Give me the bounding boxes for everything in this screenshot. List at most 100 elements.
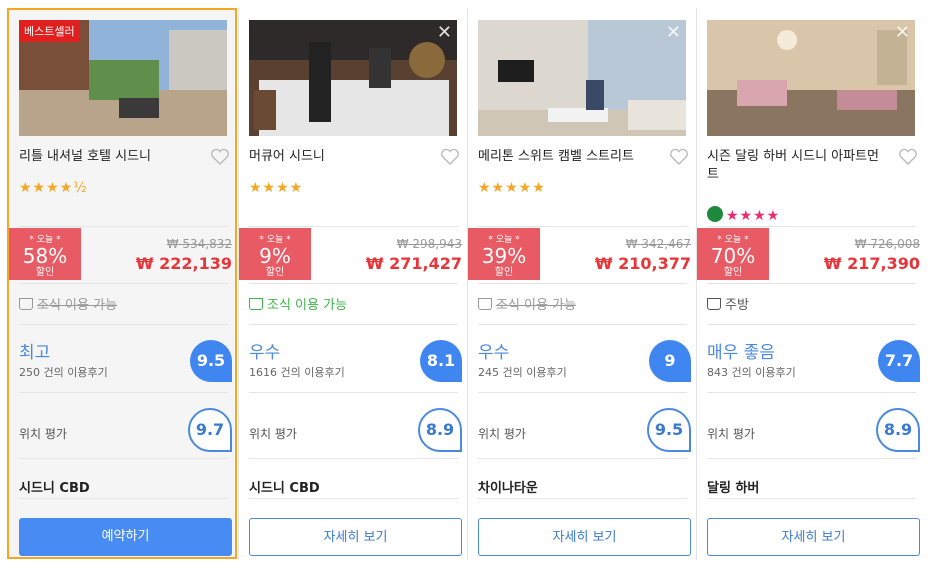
rating-word: 우수 bbox=[478, 343, 510, 363]
close-icon[interactable]: ✕ bbox=[666, 22, 681, 43]
coffee-cup-icon bbox=[249, 298, 263, 310]
discount-percent: 70% bbox=[710, 244, 756, 268]
hotel-photo[interactable] bbox=[707, 20, 915, 136]
hotel-name[interactable]: 머큐어 시드니 bbox=[249, 148, 429, 166]
divider bbox=[707, 458, 916, 459]
rating-word: 우수 bbox=[249, 343, 281, 363]
discount-label: 할인 bbox=[723, 267, 743, 278]
sale-price: ₩ 271,427 bbox=[365, 254, 462, 273]
area-name: 차이나타운 bbox=[478, 481, 538, 496]
close-icon[interactable]: ✕ bbox=[895, 22, 910, 43]
location-label: 위치 평가 bbox=[707, 427, 755, 441]
divider bbox=[249, 498, 458, 499]
divider bbox=[249, 226, 458, 227]
location-label: 위치 평가 bbox=[19, 427, 67, 441]
review-score: 8.1 bbox=[420, 340, 462, 382]
divider bbox=[707, 498, 916, 499]
review-score: 9.5 bbox=[190, 340, 232, 382]
location-score: 9.7 bbox=[188, 408, 232, 452]
divider bbox=[707, 226, 916, 227]
divider bbox=[249, 324, 458, 325]
divider bbox=[478, 283, 687, 284]
star-rating: ★★★★½ bbox=[19, 180, 88, 196]
sale-price: ₩ 217,390 bbox=[823, 254, 920, 273]
divider bbox=[478, 324, 687, 325]
details-button[interactable]: 자세히 보기 bbox=[478, 518, 691, 556]
hotel-name[interactable]: 시즌 달링 하버 시드니 아파트먼트 bbox=[707, 148, 887, 184]
discount-badge: * 오늘 * 58% 할인 bbox=[9, 228, 81, 280]
discount-badge: * 오늘 * 70% 할인 bbox=[697, 228, 769, 280]
area-name: 달링 하버 bbox=[707, 481, 760, 496]
location-score: 8.9 bbox=[418, 408, 462, 452]
review-score: 7.7 bbox=[878, 340, 920, 382]
discount-badge: * 오늘 * 9% 할인 bbox=[239, 228, 311, 280]
hotel-card-2: ✕ 머큐어 시드니 ★★★★ * 오늘 * 9% 할인 ₩ 298,943 ₩ … bbox=[239, 8, 468, 560]
divider bbox=[707, 283, 916, 284]
heart-icon[interactable] bbox=[669, 148, 689, 166]
review-count[interactable]: 843 건의 이용후기 bbox=[707, 364, 796, 380]
hotel-card-1: 베스트셀러 리틀 내셔널 호텔 시드니 ★★★★½ * 오늘 * 58% 할인 … bbox=[9, 8, 238, 560]
sale-price: ₩ 222,139 bbox=[135, 254, 232, 273]
heart-icon[interactable] bbox=[210, 148, 230, 166]
location-score: 9.5 bbox=[647, 408, 691, 452]
original-price: ₩ 726,008 bbox=[854, 237, 920, 251]
divider bbox=[478, 392, 687, 393]
hotel-name[interactable]: 리틀 내셔널 호텔 시드니 bbox=[19, 148, 199, 166]
kitchen-icon bbox=[707, 298, 721, 310]
rating-word: 매우 좋음 bbox=[707, 343, 775, 363]
coffee-cup-icon bbox=[478, 298, 492, 310]
divider bbox=[478, 458, 687, 459]
divider bbox=[19, 458, 228, 459]
hotel-name[interactable]: 메리톤 스위트 캠벨 스트리트 bbox=[478, 148, 658, 166]
divider bbox=[249, 392, 458, 393]
sale-price: ₩ 210,377 bbox=[594, 254, 691, 273]
discount-label: 할인 bbox=[265, 267, 285, 278]
hotel-photo[interactable] bbox=[249, 20, 457, 136]
heart-icon[interactable] bbox=[898, 148, 918, 166]
breakfast-amenity: 조식 이용 가능 bbox=[19, 294, 117, 313]
kitchen-amenity: 주방 bbox=[707, 294, 749, 313]
divider bbox=[249, 283, 458, 284]
divider bbox=[478, 226, 687, 227]
divider bbox=[19, 283, 228, 284]
details-button[interactable]: 자세히 보기 bbox=[249, 518, 462, 556]
review-count[interactable]: 1616 건의 이용후기 bbox=[249, 364, 345, 380]
discount-percent: 58% bbox=[22, 244, 68, 268]
discount-badge: * 오늘 * 39% 할인 bbox=[468, 228, 540, 280]
divider bbox=[19, 498, 228, 499]
coffee-cup-icon bbox=[19, 298, 33, 310]
book-button[interactable]: 예약하기 bbox=[19, 518, 232, 556]
discount-label: 할인 bbox=[494, 267, 514, 278]
review-score: 9 bbox=[649, 340, 691, 382]
star-rating: ★★★★ bbox=[707, 206, 780, 224]
star-rating: ★★★★ bbox=[249, 180, 304, 196]
divider bbox=[19, 324, 228, 325]
original-price: ₩ 342,467 bbox=[625, 237, 691, 251]
location-label: 위치 평가 bbox=[249, 427, 297, 441]
home-icon bbox=[707, 206, 723, 222]
review-count[interactable]: 250 건의 이용후기 bbox=[19, 364, 108, 380]
discount-percent: 9% bbox=[259, 244, 291, 268]
heart-icon[interactable] bbox=[440, 148, 460, 166]
divider bbox=[707, 392, 916, 393]
area-name: 시드니 CBD bbox=[249, 481, 320, 496]
breakfast-amenity: 조식 이용 가능 bbox=[249, 294, 347, 313]
details-button[interactable]: 자세히 보기 bbox=[707, 518, 920, 556]
review-count[interactable]: 245 건의 이용후기 bbox=[478, 364, 567, 380]
area-name: 시드니 CBD bbox=[19, 481, 90, 496]
hotel-photo[interactable] bbox=[478, 20, 686, 136]
original-price: ₩ 298,943 bbox=[396, 237, 462, 251]
bestseller-badge: 베스트셀러 bbox=[19, 20, 80, 42]
breakfast-amenity: 조식 이용 가능 bbox=[478, 294, 576, 313]
location-label: 위치 평가 bbox=[478, 427, 526, 441]
close-icon[interactable]: ✕ bbox=[437, 22, 452, 43]
discount-percent: 39% bbox=[481, 244, 527, 268]
divider bbox=[19, 226, 228, 227]
divider bbox=[19, 392, 228, 393]
original-price: ₩ 534,832 bbox=[166, 237, 232, 251]
hotel-card-4: ✕ 시즌 달링 하버 시드니 아파트먼트 ★★★★ * 오늘 * 70% 할인 … bbox=[697, 8, 926, 560]
divider bbox=[249, 458, 458, 459]
location-score: 8.9 bbox=[876, 408, 920, 452]
discount-label: 할인 bbox=[35, 267, 55, 278]
hotel-card-3: ✕ 메리톤 스위트 캠벨 스트리트 ★★★★★ * 오늘 * 39% 할인 ₩ … bbox=[468, 8, 697, 560]
